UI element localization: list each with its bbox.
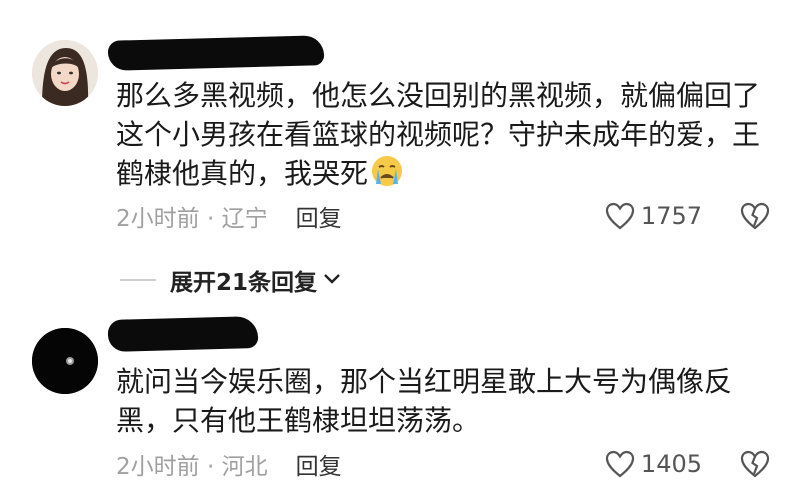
timestamp-location: 2小时前 · 辽宁 <box>116 206 268 232</box>
divider-line <box>120 279 156 281</box>
comment-text: 那么多黑视频，他怎么没回别的黑视频，就偏偏回了这个小男孩在看篮球的视频呢？守护未… <box>116 79 761 190</box>
truncated-previous-meta <box>170 0 330 8</box>
comment-text: 就问当今娱乐圈，那个当红明星敢上大号为偶像反黑，只有他王鹤棣坦坦荡荡。 <box>116 365 733 437</box>
redacted-username <box>107 316 259 352</box>
like-button[interactable]: 1757 <box>605 202 702 230</box>
like-count: 1405 <box>640 450 702 478</box>
heart-icon <box>605 202 635 230</box>
chevron-down-icon <box>321 267 343 293</box>
like-button[interactable]: 1405 <box>605 450 702 478</box>
heart-icon <box>605 450 635 478</box>
comment-item: 那么多黑视频，他怎么没回别的黑视频，就偏偏回了这个小男孩在看篮球的视频呢？守护未… <box>0 30 800 260</box>
broken-heart-icon[interactable] <box>740 450 770 478</box>
user-avatar[interactable] <box>32 40 98 106</box>
user-avatar[interactable] <box>32 328 98 394</box>
reply-button[interactable]: 回复 <box>296 447 342 481</box>
redacted-username <box>107 35 325 71</box>
crying-face-icon <box>370 154 404 188</box>
comment-item: 就问当今娱乐圈，那个当红明星敢上大号为偶像反黑，只有他王鹤棣坦坦荡荡。 2小时前… <box>0 310 800 500</box>
broken-heart-icon[interactable] <box>740 202 770 230</box>
comment-meta: 2小时前 · 辽宁 回复 1757 <box>116 196 776 236</box>
expand-replies-label: 展开21条回复 <box>170 270 318 296</box>
comment-meta: 2小时前 · 河北 回复 1405 <box>116 444 776 484</box>
expand-replies-button[interactable]: 展开21条回复 <box>120 262 343 298</box>
reply-button[interactable]: 回复 <box>296 199 342 233</box>
timestamp-location: 2小时前 · 河北 <box>116 454 268 480</box>
like-count: 1757 <box>640 202 702 230</box>
